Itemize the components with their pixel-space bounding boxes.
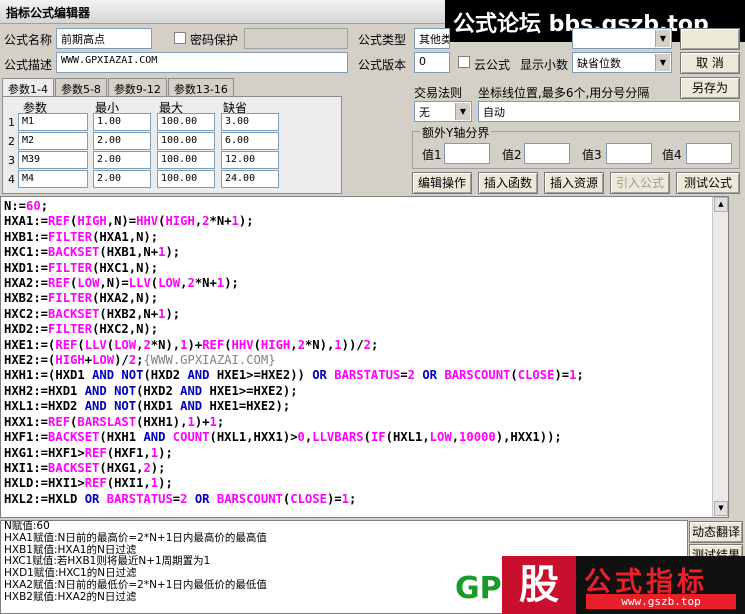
formula-version-label: 公式版本	[358, 58, 407, 72]
tab-params-9-12[interactable]: 参数9-12	[107, 78, 167, 97]
type-secondary-select[interactable]: ▼	[572, 28, 672, 49]
formula-name-label: 公式名称	[4, 33, 53, 47]
cancel-button[interactable]: 取 消	[680, 52, 740, 74]
brand-url: www.gszb.top	[586, 594, 736, 609]
tab-params-5-8[interactable]: 参数5-8	[54, 78, 107, 97]
chevron-down-icon: ▼	[655, 54, 670, 71]
brand-banner: 公式指标 www.gszb.top	[576, 556, 745, 614]
param-panel: 参数 最小 最大 缺省 1 M1 1.00 100.00 3.00 2 M2 2…	[2, 96, 342, 194]
y1-label: 值1	[422, 148, 442, 162]
formula-desc-input[interactable]: WWW.GPXIAZAI.COM	[56, 52, 348, 73]
param-tabs: 参数1-4 参数5-8 参数9-12 参数13-16	[2, 78, 235, 97]
param-min-input[interactable]: 2.00	[93, 132, 151, 150]
param-min-input[interactable]: 2.00	[93, 151, 151, 169]
formula-code-editor[interactable]: N:=60; HXA1:=REF(HIGH,N)=HHV(HIGH,2*N+1)…	[0, 196, 729, 518]
coord-line-label: 坐标线位置,最多6个,用分号分隔	[478, 86, 650, 100]
param-max-input[interactable]: 100.00	[157, 170, 215, 188]
param-max-input[interactable]: 100.00	[157, 113, 215, 131]
formula-name-input[interactable]: 前期高点	[56, 28, 152, 49]
param-name-input[interactable]: M39	[18, 151, 88, 169]
editor-scrollbar[interactable]: ▲ ▼	[712, 197, 728, 517]
coord-line-input[interactable]: 自动	[478, 101, 740, 122]
param-min-input[interactable]: 2.00	[93, 170, 151, 188]
param-default-input[interactable]: 6.00	[221, 132, 279, 150]
y2-label: 值2	[502, 148, 522, 162]
param-default-input[interactable]: 3.00	[221, 113, 279, 131]
param-default-input[interactable]: 12.00	[221, 151, 279, 169]
y4-input[interactable]	[686, 143, 732, 164]
formula-version-input[interactable]: 0	[414, 52, 450, 73]
param-min-input[interactable]: 1.00	[93, 113, 151, 131]
y3-input[interactable]	[606, 143, 652, 164]
gu-logo: 股	[502, 556, 576, 614]
formula-desc-label: 公式描述	[4, 58, 53, 72]
scroll-down-icon[interactable]: ▼	[714, 501, 728, 516]
formula-type-label: 公式类型	[358, 33, 407, 47]
cloud-formula-checkbox[interactable]	[458, 56, 470, 68]
insert-function-button[interactable]: 插入函数	[478, 172, 538, 194]
decimals-label: 显示小数	[520, 58, 569, 72]
window-title: 指标公式编辑器	[6, 6, 91, 20]
y1-input[interactable]	[444, 143, 490, 164]
chevron-down-icon: ▼	[455, 103, 470, 120]
param-row-number: 2	[8, 135, 15, 148]
trade-rule-label: 交易法则	[414, 86, 463, 100]
decimals-select[interactable]: 缺省位数 ▼	[572, 52, 672, 73]
param-max-input[interactable]: 100.00	[157, 132, 215, 150]
password-checkbox[interactable]	[174, 32, 186, 44]
param-name-input[interactable]: M1	[18, 113, 88, 131]
cloud-formula-label: 云公式	[474, 58, 511, 72]
output-line: HXA1赋值:N日前的最高价=2*N+1日内最高价的最高值	[4, 531, 267, 544]
test-formula-button[interactable]: 测试公式	[676, 172, 740, 194]
import-formula-button[interactable]: 引入公式	[610, 172, 670, 194]
chevron-down-icon: ▼	[655, 30, 670, 47]
insert-resource-button[interactable]: 插入资源	[544, 172, 604, 194]
param-row-number: 4	[8, 173, 15, 186]
save-as-button[interactable]: 另存为	[680, 77, 740, 99]
param-name-input[interactable]: M4	[18, 170, 88, 188]
param-max-input[interactable]: 100.00	[157, 151, 215, 169]
tab-params-13-16[interactable]: 参数13-16	[167, 78, 234, 97]
ok-button[interactable]	[680, 28, 740, 50]
dynamic-translate-button[interactable]: 动态翻译	[689, 521, 743, 543]
edit-ops-button[interactable]: 编辑操作	[412, 172, 472, 194]
param-default-input[interactable]: 24.00	[221, 170, 279, 188]
param-row-number: 1	[8, 116, 15, 129]
formula-type-select[interactable]: 其他类	[414, 28, 450, 49]
password-input	[244, 28, 348, 49]
scroll-up-icon[interactable]: ▲	[714, 197, 728, 212]
trade-rule-select[interactable]: 无 ▼	[414, 101, 472, 122]
y2-input[interactable]	[524, 143, 570, 164]
param-name-input[interactable]: M2	[18, 132, 88, 150]
extra-y-axis-label: 额外Y轴分界	[420, 124, 492, 141]
y4-label: 值4	[662, 148, 682, 162]
param-row-number: 3	[8, 154, 15, 167]
gp-logo: GP	[455, 571, 502, 606]
y3-label: 值3	[582, 148, 602, 162]
code-text[interactable]: N:=60; HXA1:=REF(HIGH,N)=HHV(HIGH,2*N+1)…	[4, 199, 584, 507]
tab-params-1-4[interactable]: 参数1-4	[2, 78, 54, 97]
password-label: 密码保护	[190, 33, 239, 47]
